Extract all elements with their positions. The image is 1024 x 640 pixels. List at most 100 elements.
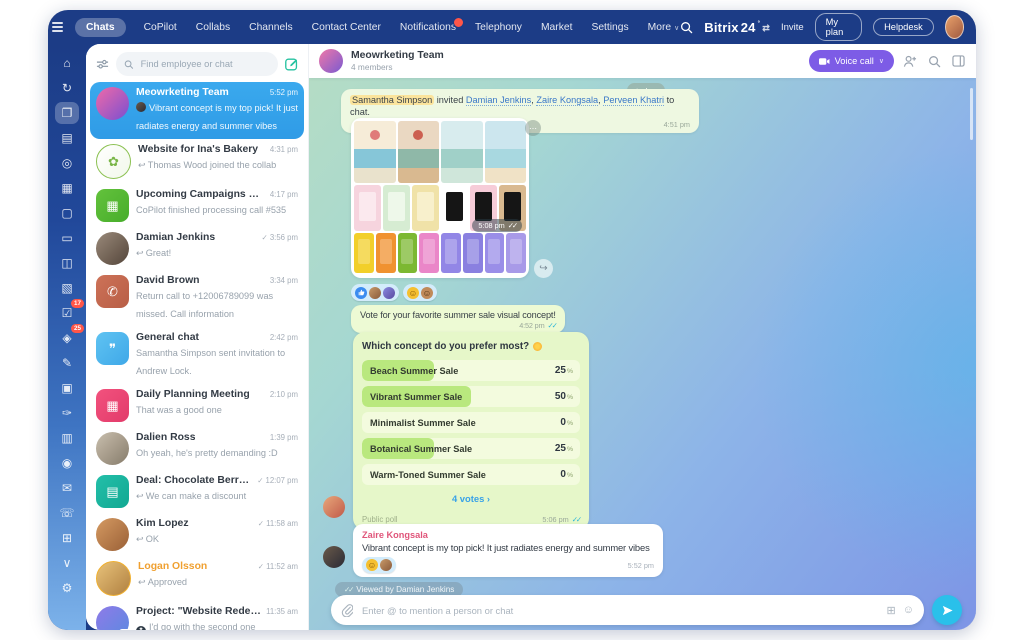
chat-search-icon[interactable] (926, 53, 942, 69)
concept-image[interactable] (354, 233, 374, 273)
concept-image[interactable] (398, 121, 440, 183)
add-member-icon[interactable] (902, 53, 918, 69)
poll-option[interactable]: Vibrant Summer Sale 50% (362, 386, 580, 407)
chat-list-item[interactable]: Logan Olsson ✓11:52 am ↩Approved (90, 556, 304, 601)
reaction-pill[interactable]: ☺☺ (403, 284, 437, 301)
mention-link[interactable]: Zaire Kongsala (536, 95, 598, 106)
invite-button[interactable]: Invite (781, 22, 804, 33)
chat-search[interactable] (116, 52, 278, 76)
my-plan-button[interactable]: My plan (815, 13, 862, 41)
sidebar-documents-icon[interactable]: ▢ (55, 202, 79, 224)
concept-image[interactable] (376, 233, 396, 273)
concept-image[interactable] (506, 233, 526, 273)
concept-image[interactable] (485, 233, 505, 273)
chat-list-item[interactable]: Dalien Ross 1:39 pm Oh yeah, he's pretty… (90, 427, 304, 470)
new-chat-button[interactable] (284, 56, 300, 72)
sender-avatar-samantha[interactable] (323, 496, 345, 518)
message-input-box[interactable]: ⊞ ☺ (331, 595, 924, 625)
concept-image[interactable] (398, 233, 418, 273)
poll-option[interactable]: Warm-Toned Summer Sale 0% (362, 464, 580, 485)
concept-image[interactable] (485, 121, 527, 183)
sidebar-messenger-icon[interactable]: ❐ (55, 102, 79, 124)
hamburger-menu-icon[interactable] (48, 22, 67, 32)
chat-list-item[interactable]: ▤ Deal: Chocolate Berry Cake ✓12:07 pm ↩… (90, 470, 304, 513)
concept-image[interactable] (412, 185, 439, 231)
concept-image[interactable] (419, 233, 439, 273)
concept-image[interactable] (441, 185, 468, 231)
actor-link[interactable]: Samantha Simpson (350, 95, 434, 105)
sidebar-calendar-icon[interactable]: ▦ (55, 177, 79, 199)
chat-list-item[interactable]: ❞ General chat 2:42 pm Samantha Simpson … (90, 327, 304, 384)
sidebar-devices-icon[interactable]: ▥ (55, 427, 79, 449)
sidebar-tasks-icon[interactable]: ☑17 (55, 302, 79, 324)
poll-option[interactable]: Beach Summer Sale 25% (362, 360, 580, 381)
tab-settings[interactable]: Settings (590, 18, 629, 37)
tab-copilot[interactable]: CoPilot (143, 18, 178, 37)
sidebar-feed-icon[interactable]: ▤ (55, 127, 79, 149)
sidebar-crm-icon[interactable]: ◈25 (55, 327, 79, 349)
tab-collabs[interactable]: Collabs (195, 18, 231, 37)
sidebar-video-icon[interactable]: ◫ (55, 252, 79, 274)
sidebar-company-icon[interactable]: ◉ (55, 452, 79, 474)
side-panel-icon[interactable] (950, 53, 966, 69)
chat-list-item[interactable]: Meowrketing Team 5:52 pm Vibrant concept… (90, 82, 304, 139)
tab-contact-center[interactable]: Contact Center (311, 18, 382, 37)
collage-menu-icon[interactable]: ⋯ (525, 120, 541, 136)
sender-avatar-zaire[interactable] (323, 546, 345, 568)
chat-list-item[interactable]: ▦ Upcoming Campaigns Discussion 4:17 pm … (90, 184, 304, 227)
concept-image[interactable] (441, 121, 483, 183)
tab-more[interactable]: More∨ (647, 18, 681, 37)
poll-votes-link[interactable]: 4 votes › (362, 493, 580, 504)
voice-call-button[interactable]: Voice call∨ (809, 50, 894, 72)
send-button[interactable] (932, 595, 962, 625)
tab-notifications[interactable]: Notifications (399, 18, 457, 37)
poll-option[interactable]: Botanical Summer Sale 25% (362, 438, 580, 459)
message-input[interactable] (360, 604, 880, 617)
reaction-pill[interactable] (351, 284, 399, 301)
chat-list-item[interactable]: Project: "Website Redesign" 11:35 am ✦I'… (90, 601, 304, 630)
scrollbar[interactable] (970, 88, 973, 140)
tab-market[interactable]: Market (540, 18, 573, 37)
chat-list-item[interactable]: Damian Jenkins ✓3:56 pm ↩Great! (90, 227, 304, 270)
sidebar-vault-icon[interactable]: ▣ (55, 377, 79, 399)
chat-list-item[interactable]: ▦ Daily Planning Meeting 2:10 pm That wa… (90, 384, 304, 427)
attach-icon[interactable] (341, 604, 353, 617)
filter-icon[interactable] (94, 56, 110, 72)
gif-sticker-icon[interactable]: ⊞ (887, 604, 896, 617)
forward-icon[interactable]: ↪ (534, 259, 553, 278)
sidebar-home-icon[interactable]: ⌂ (55, 52, 79, 74)
sidebar-target-icon[interactable]: ◎ (55, 152, 79, 174)
sidebar-notes-icon[interactable]: ✑ (55, 402, 79, 424)
sidebar-mail-icon[interactable]: ✉ (55, 477, 79, 499)
sidebar-settings-icon[interactable]: ⚙ (55, 577, 79, 599)
tab-channels[interactable]: Channels (248, 18, 294, 37)
emoji-icon[interactable]: ☺ (903, 604, 914, 616)
chat-avatar[interactable] (319, 49, 343, 73)
concept-image[interactable] (354, 185, 381, 231)
chat-list-item[interactable]: ✿ Website for Ina's Bakery 4:31 pm ↩Thom… (90, 139, 304, 184)
sidebar-boards-icon[interactable]: ▧ (55, 277, 79, 299)
message-reaction[interactable]: ☺ (362, 557, 396, 573)
sidebar-drive-icon[interactable]: ▭ (55, 227, 79, 249)
concept-image[interactable] (383, 185, 410, 231)
chat-search-input[interactable] (139, 58, 270, 70)
tab-telephony[interactable]: Telephony (474, 18, 523, 37)
concept-image[interactable] (441, 233, 461, 273)
helpdesk-button[interactable]: Helpdesk (873, 18, 934, 36)
sidebar-sign-icon[interactable]: ✎ (55, 352, 79, 374)
global-search-icon[interactable] (680, 19, 693, 35)
chat-list-item[interactable]: ✆ David Brown 3:34 pm Return call to +12… (90, 270, 304, 327)
mention-link[interactable]: Perveen Khatri (603, 95, 664, 106)
mention-link[interactable]: Damian Jenkins (466, 95, 531, 106)
sidebar-copilot-icon[interactable]: ↻ (55, 77, 79, 99)
poll-option[interactable]: Minimalist Summer Sale 0% (362, 412, 580, 433)
tab-chats[interactable]: Chats (75, 18, 126, 37)
chat-list-item[interactable]: Kim Lopez ✓11:58 am ↩OK (90, 513, 304, 556)
user-avatar[interactable] (945, 15, 964, 39)
concept-image[interactable] (463, 233, 483, 273)
sidebar-more-icon[interactable]: ∨ (55, 552, 79, 574)
concept-image[interactable] (354, 121, 396, 183)
sidebar-store-icon[interactable]: ⊞ (55, 527, 79, 549)
sidebar-telephony-icon[interactable]: ☏ (55, 502, 79, 524)
message-sender[interactable]: Zaire Kongsala (362, 530, 654, 540)
